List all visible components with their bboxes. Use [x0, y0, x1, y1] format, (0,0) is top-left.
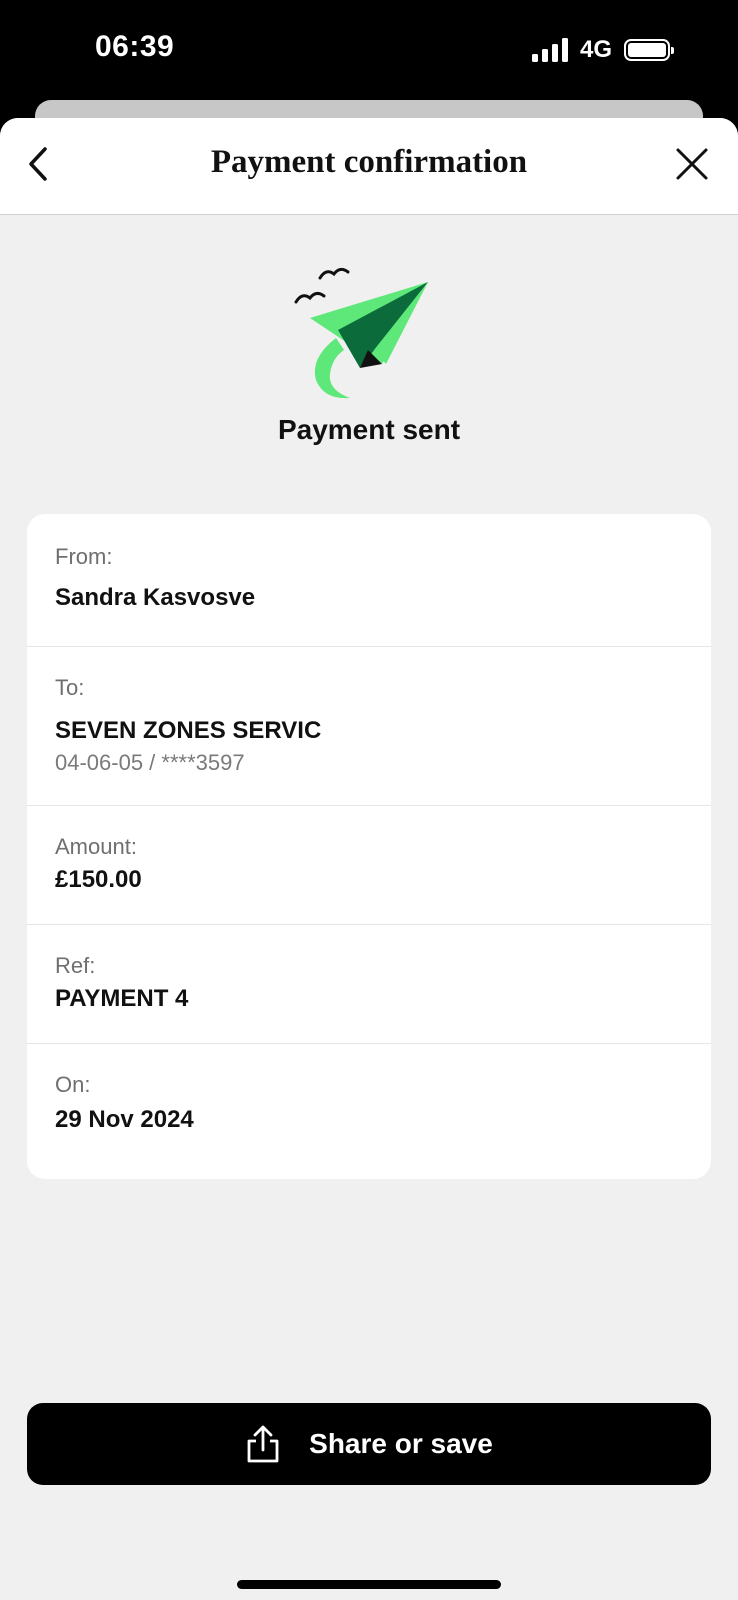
page-title: Payment confirmation — [210, 144, 528, 180]
detail-row-amount: Amount: £150.00 — [27, 806, 711, 925]
detail-row-to: To: SEVEN ZONES SERVIC 04-06-05 / ****35… — [27, 647, 711, 806]
amount-label: Amount: — [55, 834, 137, 859]
ref-value: PAYMENT 4 — [55, 985, 189, 1012]
payment-confirmation-sheet: Payment confirmation Payment sent From: … — [0, 118, 738, 1600]
share-button-label: Share or save — [309, 1428, 493, 1459]
from-value: Sandra Kasvosve — [55, 584, 256, 611]
share-or-save-button[interactable]: Share or save — [27, 1403, 711, 1485]
from-label: From: — [55, 544, 113, 569]
paper-plane-icon — [294, 267, 428, 399]
detail-row-from: From: Sandra Kasvosve — [27, 514, 711, 647]
payment-status-title: Payment sent — [277, 414, 461, 445]
status-bar: 06:39 4G — [0, 0, 738, 100]
status-time: 06:39 — [95, 30, 175, 63]
home-indicator[interactable] — [237, 1580, 501, 1589]
back-button[interactable] — [14, 140, 62, 188]
date-label: On: — [55, 1072, 91, 1097]
amount-value: £150.00 — [55, 866, 142, 893]
date-value: 29 Nov 2024 — [55, 1106, 194, 1133]
detail-row-ref: Ref: PAYMENT 4 — [27, 925, 711, 1044]
navigation-bar: Payment confirmation — [0, 118, 738, 215]
signal-bars-icon — [531, 38, 568, 62]
battery-full-icon — [624, 39, 674, 61]
bird-icon — [294, 291, 326, 304]
network-type: 4G — [579, 36, 612, 63]
status-indicators: 4G — [531, 36, 674, 64]
close-icon — [676, 148, 708, 180]
payment-details-card: From: Sandra Kasvosve To: SEVEN ZONES SE… — [27, 514, 711, 1179]
to-value: SEVEN ZONES SERVIC — [55, 717, 322, 744]
chevron-left-icon — [29, 147, 47, 181]
ref-label: Ref: — [55, 953, 96, 978]
bird-icon — [318, 267, 350, 280]
to-account-number: 04-06-05 / ****3597 — [55, 750, 245, 775]
share-icon — [247, 1425, 279, 1463]
detail-row-on: On: 29 Nov 2024 — [27, 1044, 711, 1179]
to-label: To: — [55, 675, 85, 700]
close-button[interactable] — [668, 140, 716, 188]
